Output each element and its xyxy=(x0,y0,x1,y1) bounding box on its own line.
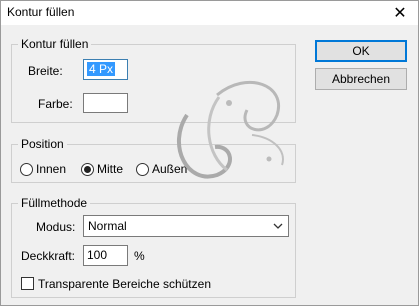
color-label: Farbe: xyxy=(38,97,73,111)
radio-center[interactable]: Mitte xyxy=(81,162,123,176)
position-group-title: Position xyxy=(21,137,64,151)
stroke-dialog: Kontur füllen ✕ Kontur füllen Breite: 4 … xyxy=(0,0,419,306)
opacity-value: 100 xyxy=(87,248,108,262)
radio-inside[interactable]: Innen xyxy=(20,162,66,176)
color-swatch[interactable] xyxy=(83,93,128,113)
width-label: Breite: xyxy=(28,64,63,78)
radio-center-label: Mitte xyxy=(97,162,124,176)
dialog-title: Kontur füllen xyxy=(7,5,75,19)
ok-button[interactable]: OK xyxy=(315,40,407,62)
radio-inside-label: Innen xyxy=(36,162,67,176)
title-bar[interactable]: Kontur füllen ✕ xyxy=(1,1,418,25)
close-icon[interactable]: ✕ xyxy=(382,1,418,25)
blend-mode-select[interactable]: Normal xyxy=(83,215,289,237)
blend-group-title: Füllmethode xyxy=(21,196,88,210)
preserve-transparency-label: Transparente Bereiche schützen xyxy=(38,277,211,291)
radio-inside-circle[interactable] xyxy=(20,162,33,176)
stroke-group-title: Kontur füllen xyxy=(21,37,89,51)
opacity-unit: % xyxy=(134,249,145,263)
opacity-input[interactable]: 100 xyxy=(83,245,128,266)
opacity-label: Deckkraft: xyxy=(21,249,76,263)
cancel-button[interactable]: Abbrechen xyxy=(315,68,407,90)
blend-mode-value: Normal xyxy=(88,219,127,233)
radio-outside[interactable]: Außen xyxy=(136,162,187,176)
mode-label: Modus: xyxy=(36,220,76,234)
chevron-down-icon[interactable] xyxy=(271,216,285,236)
radio-center-circle[interactable] xyxy=(81,162,94,176)
radio-outside-label: Außen xyxy=(152,162,188,176)
width-input[interactable]: 4 Px xyxy=(83,59,128,80)
position-group: Position xyxy=(11,137,296,183)
width-value: 4 Px xyxy=(87,62,116,76)
preserve-transparency-checkbox[interactable] xyxy=(21,277,34,290)
radio-outside-circle[interactable] xyxy=(136,162,149,176)
